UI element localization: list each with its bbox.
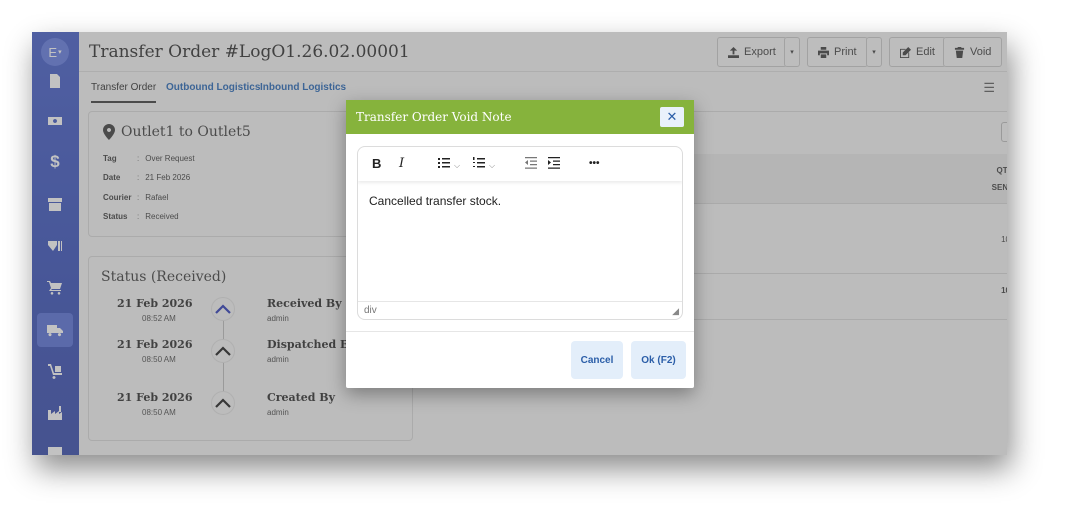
close-button[interactable]: ✕ — [660, 107, 684, 127]
outdent-button[interactable] — [524, 156, 538, 173]
cancel-button[interactable]: Cancel — [571, 341, 623, 379]
ok-button[interactable]: Ok (F2) — [631, 341, 686, 379]
bold-button[interactable]: B — [372, 156, 381, 171]
dialog-header: Transfer Order Void Note ✕ — [346, 100, 694, 134]
close-icon: ✕ — [666, 109, 678, 124]
chevron-down-icon: ⌵ — [454, 161, 461, 170]
void-note-text[interactable]: Cancelled transfer stock. — [369, 194, 501, 208]
numbered-list-icon — [473, 157, 485, 168]
element-path: div — [364, 305, 377, 316]
dialog-divider — [346, 331, 694, 332]
indent-button[interactable] — [547, 156, 561, 173]
outdent-icon — [525, 157, 537, 169]
chevron-down-icon: ⌵ — [489, 161, 496, 170]
void-note-dialog: Transfer Order Void Note ✕ B I ⌵ ⌵ ••• C… — [346, 100, 694, 388]
resize-handle-icon[interactable]: ◢ — [672, 306, 679, 317]
italic-button[interactable]: I — [399, 156, 404, 171]
bullet-list-button[interactable]: ⌵ — [437, 156, 460, 173]
numbered-list-button[interactable]: ⌵ — [472, 156, 495, 173]
bullet-list-icon — [438, 158, 450, 168]
dialog-title: Transfer Order Void Note — [356, 110, 512, 124]
editor-toolbar: B I ⌵ ⌵ ••• — [358, 147, 682, 181]
more-options-button[interactable]: ••• — [589, 158, 600, 169]
editor-statusbar: div ◢ — [358, 301, 682, 319]
indent-icon — [548, 157, 560, 169]
rich-text-editor: B I ⌵ ⌵ ••• Cancelled transfer stock. di… — [357, 146, 683, 320]
